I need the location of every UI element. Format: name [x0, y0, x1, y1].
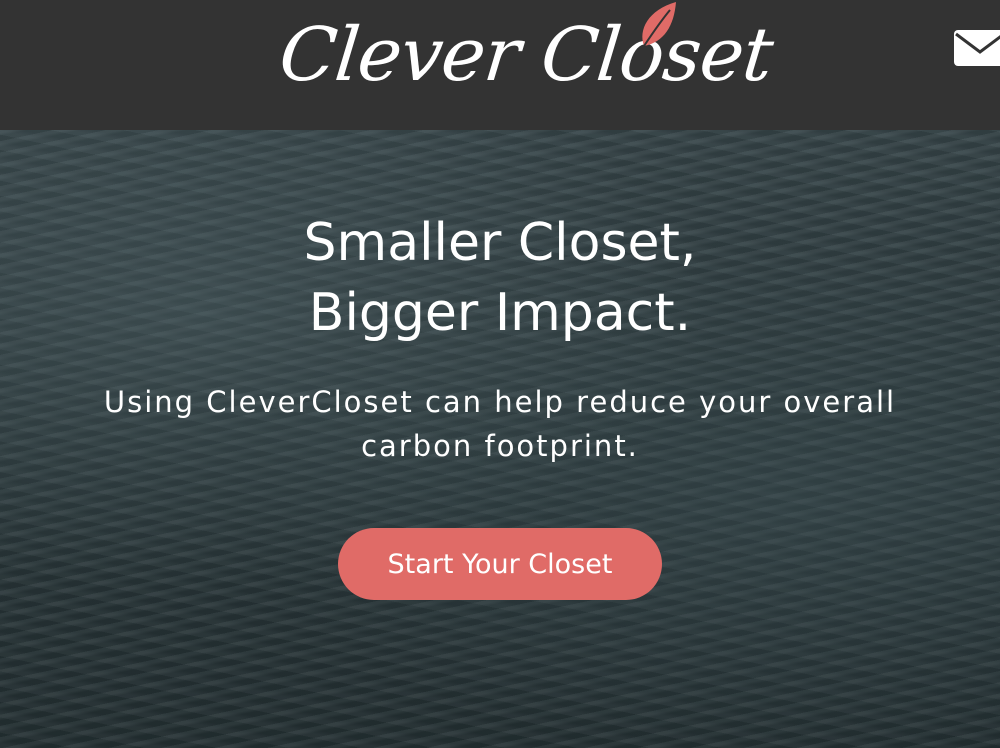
hero-subtitle: Using CleverCloset can help reduce your … [103, 385, 897, 463]
start-closet-button[interactable]: Start Your Closet [338, 528, 662, 600]
hero-title-line-2: Bigger Impact. [308, 283, 692, 343]
hero-title-line-1: Smaller Closet, [303, 213, 697, 273]
envelope-icon[interactable] [952, 28, 1000, 68]
logo-text: Clever Closet [275, 12, 777, 98]
site-logo[interactable]: Clever Closet [275, 0, 776, 110]
hero-title: Smaller Closet, Bigger Impact. [0, 208, 1000, 348]
site-header: Clever Closet [0, 0, 1000, 130]
page: Clever Closet Smaller Closet, Bigger Imp… [0, 0, 1000, 748]
hero-section: Smaller Closet, Bigger Impact. Using Cle… [0, 130, 1000, 748]
leaf-icon [642, 2, 676, 47]
